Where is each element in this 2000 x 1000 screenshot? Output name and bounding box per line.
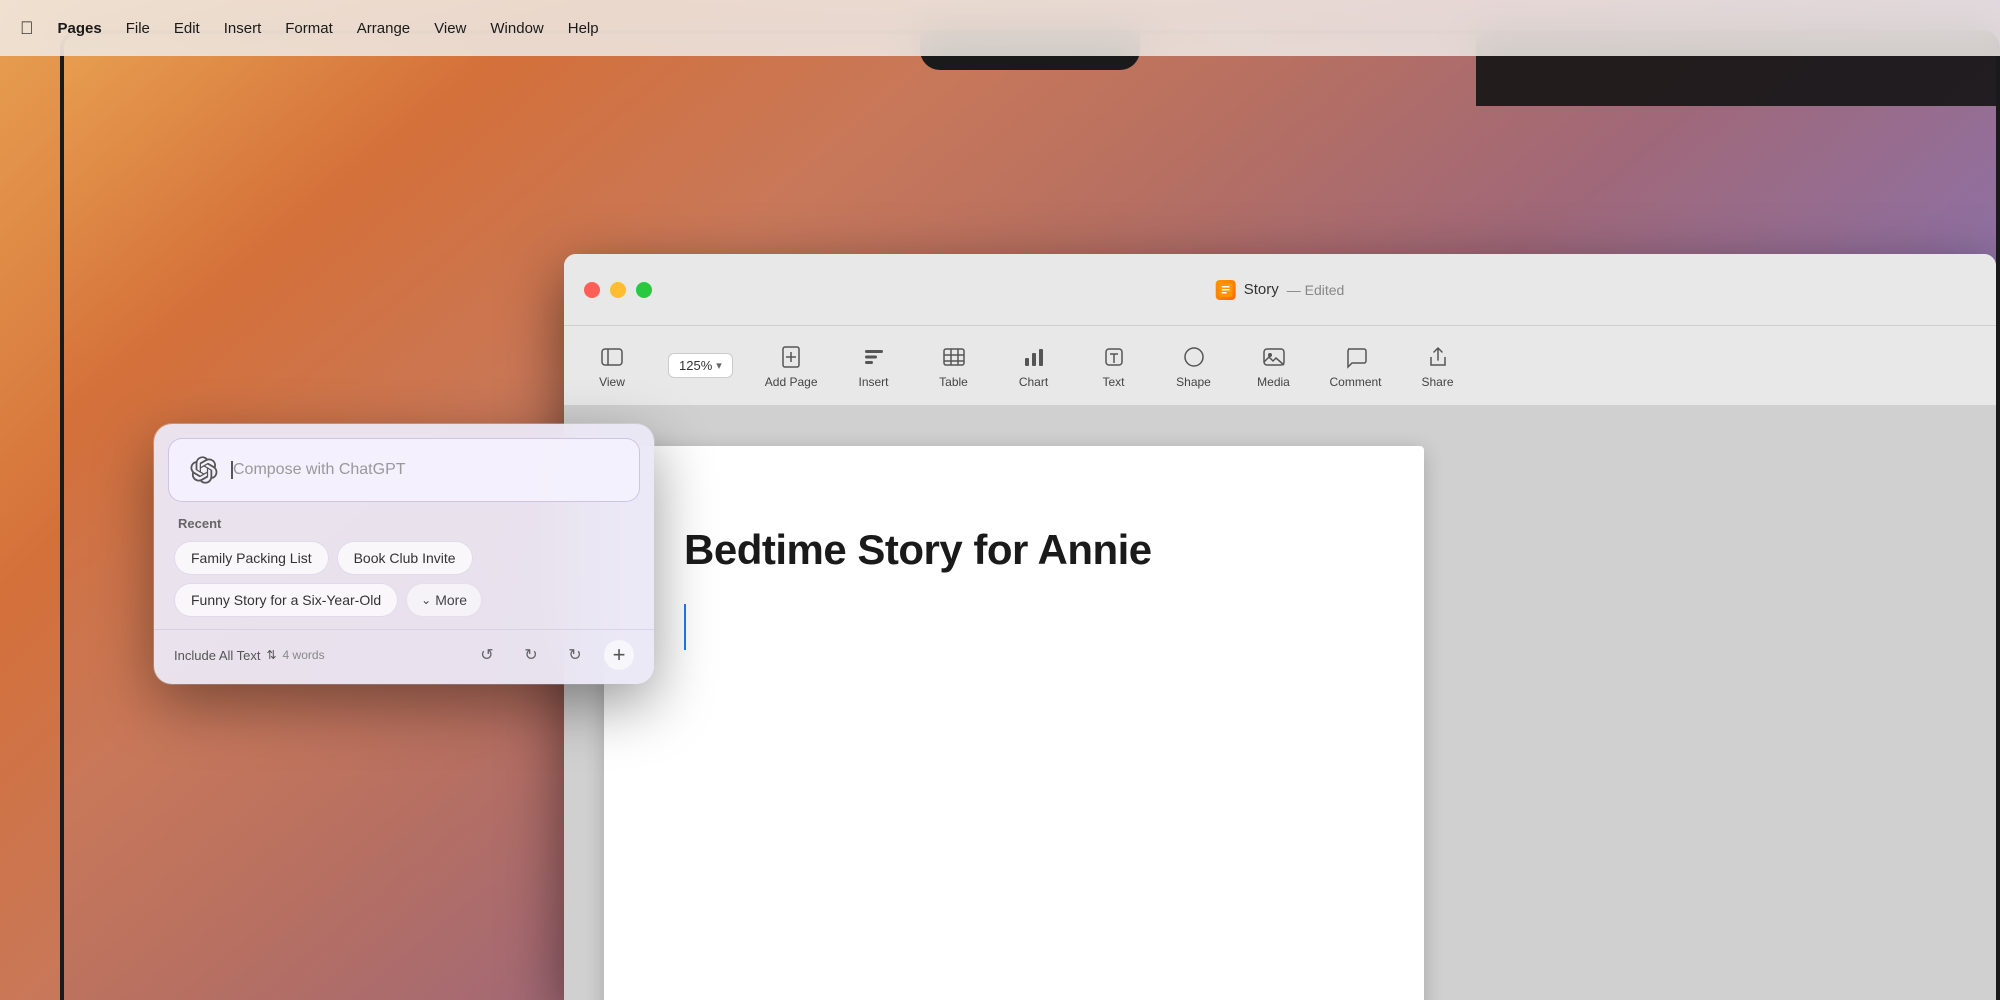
more-button[interactable]: ⌄ More [406,583,482,617]
screen: Story — Edited View [64,34,1996,1000]
recent-chip-funny[interactable]: Funny Story for a Six-Year-Old [174,583,398,617]
window-title-area: Story — Edited [1216,280,1345,300]
menubar-view[interactable]: View [434,20,466,37]
menubar-help[interactable]: Help [568,20,599,37]
comment-icon [1342,343,1370,371]
share-icon [1424,343,1452,371]
toolbar-text[interactable]: Text [1090,343,1138,389]
document-page[interactable]: Bedtime Story for Annie [604,446,1424,1000]
chevron-down-icon: ⌄ [421,593,431,607]
refresh-button[interactable]: ↻ [560,640,590,670]
edited-status: — Edited [1287,282,1345,298]
table-icon [940,343,968,371]
share-label: Share [1422,375,1454,389]
close-button[interactable] [584,282,600,298]
toolbar-zoom[interactable]: 125% ▾ [668,353,733,378]
media-icon [1260,343,1288,371]
toolbar-table[interactable]: Table [930,343,978,389]
comment-label: Comment [1330,375,1382,389]
shape-label: Shape [1176,375,1211,389]
text-label: Text [1102,375,1124,389]
recent-chip-family[interactable]: Family Packing List [174,541,329,575]
document-cursor-line [684,604,1344,650]
popup-footer: Include All Text ⇅ 4 words ↺ ↻ ↻ + [154,629,654,684]
placeholder-text: Compose with ChatGPT [233,461,406,478]
toolbar-comment[interactable]: Comment [1330,343,1382,389]
openai-icon [189,455,219,485]
add-page-icon [777,343,805,371]
view-label: View [599,375,625,389]
menubar-file[interactable]: File [126,20,150,37]
include-text-label: Include All Text [174,648,260,663]
minimize-button[interactable] [610,282,626,298]
toolbar-insert[interactable]: Insert [850,343,898,389]
document-heading: Bedtime Story for Annie [684,526,1344,574]
compose-placeholder: Compose with ChatGPT [231,461,619,479]
insert-label: Insert [858,375,888,389]
menubar-window[interactable]: Window [490,20,543,37]
toolbar-view[interactable]: View [588,343,636,389]
word-count: 4 words [283,648,325,662]
window-controls [584,282,652,298]
up-down-arrows-icon: ⇅ [266,648,276,662]
toolbar-share[interactable]: Share [1414,343,1462,389]
menubar-format[interactable]: Format [285,20,333,37]
zoom-chevron: ▾ [716,359,722,372]
toolbar-add-page[interactable]: Add Page [765,343,818,389]
insert-icon [860,343,888,371]
undo-button[interactable]: ↺ [472,640,502,670]
add-button[interactable]: + [604,640,634,670]
toolbar-chart[interactable]: Chart [1010,343,1058,389]
menubar-arrange[interactable]: Arrange [357,20,410,37]
include-text-toggle[interactable]: Include All Text ⇅ 4 words [174,648,325,663]
table-label: Table [939,375,968,389]
document-icon [1216,280,1236,300]
recent-chips: Family Packing List Book Club Invite Fun… [174,541,634,617]
pages-toolbar: View 125% ▾ [564,326,1996,406]
toolbar-shape[interactable]: Shape [1170,343,1218,389]
document-title: Story [1244,281,1279,298]
compose-input-area[interactable]: Compose with ChatGPT [168,438,640,502]
menubar:  Pages File Edit Insert Format Arrange … [0,0,2000,56]
add-page-label: Add Page [765,375,818,389]
more-label: More [435,592,467,608]
chart-label: Chart [1019,375,1048,389]
menubar-pages[interactable]: Pages [58,20,102,37]
sidebar-icon [598,343,626,371]
media-label: Media [1257,375,1290,389]
shape-icon [1180,343,1208,371]
text-icon [1100,343,1128,371]
redo-button[interactable]: ↻ [516,640,546,670]
chart-icon [1020,343,1048,371]
maximize-button[interactable] [636,282,652,298]
screen-bezel: Story — Edited View [60,30,2000,1000]
recent-chip-bookclub[interactable]: Book Club Invite [337,541,473,575]
menubar-insert[interactable]: Insert [224,20,262,37]
recent-section: Recent Family Packing List Book Club Inv… [154,510,654,629]
recent-label: Recent [174,516,634,531]
toolbar-media[interactable]: Media [1250,343,1298,389]
chatgpt-compose-popup: Compose with ChatGPT Recent Family Packi… [154,424,654,684]
menubar-edit[interactable]: Edit [174,20,200,37]
text-cursor [684,604,686,650]
apple-menu-icon[interactable]:  [20,18,34,39]
window-titlebar: Story — Edited [564,254,1996,326]
footer-actions: ↺ ↻ ↻ + [472,640,634,670]
zoom-value: 125% [679,358,712,373]
pages-window: Story — Edited View [564,254,1996,1000]
desktop:  Pages File Edit Insert Format Arrange … [0,0,2000,1000]
document-body[interactable]: Bedtime Story for Annie [564,406,1996,1000]
